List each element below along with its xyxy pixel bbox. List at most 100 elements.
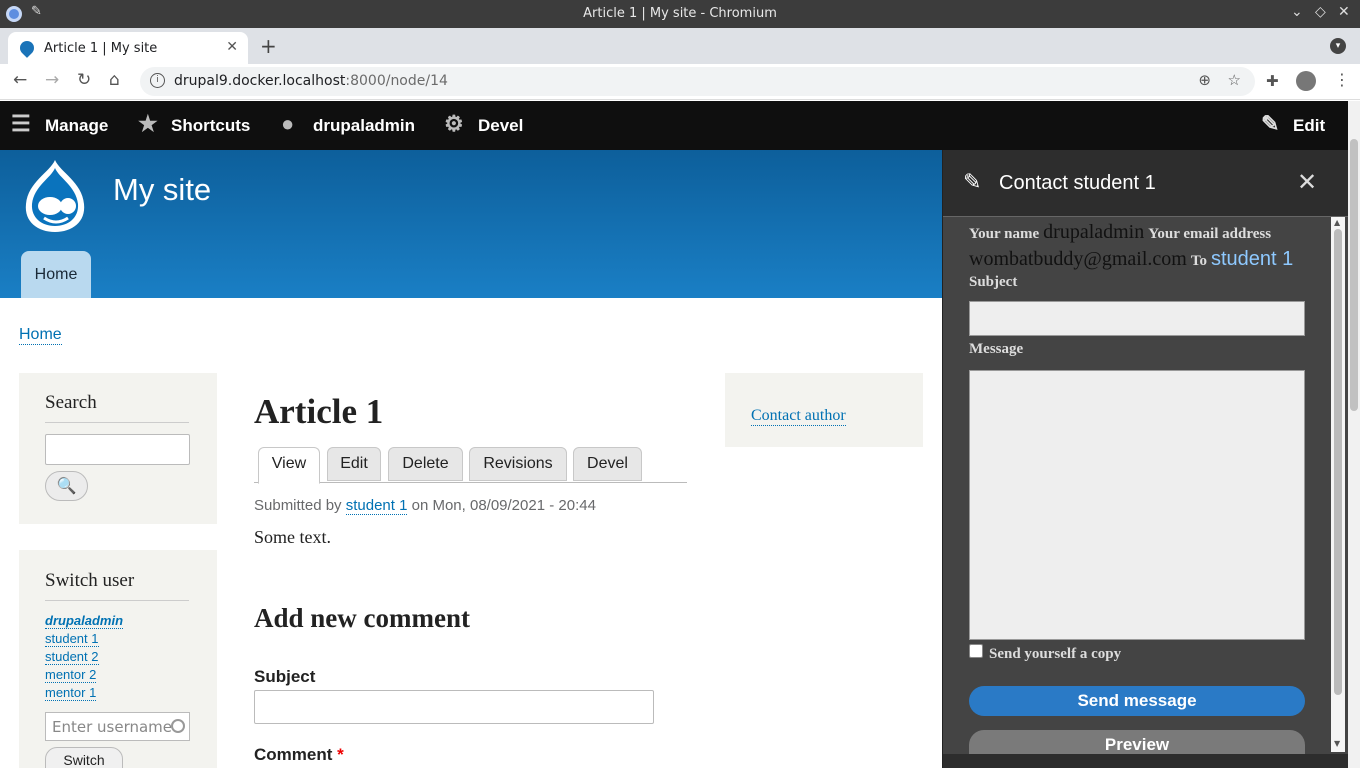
dialog-footer [943, 754, 1349, 768]
comment-body-label: Comment * [254, 745, 344, 764]
submitted-line: Submitted by student 1 on Mon, 08/09/202… [254, 497, 596, 515]
switch-user-student-1[interactable]: student 1 [45, 631, 99, 647]
gear-icon[interactable]: ⚙ [444, 111, 464, 137]
tab-revisions[interactable]: Revisions [469, 447, 567, 481]
sender-info: Your name drupaladmin Your email address… [969, 220, 1329, 274]
dialog-header: ✎ Contact student 1 ✕ [943, 150, 1349, 217]
switch-user-student-2[interactable]: student 2 [45, 649, 99, 665]
search-icon: 🔍 [56, 476, 77, 495]
to-label: To [1190, 253, 1207, 269]
toolbar-devel[interactable]: Devel [478, 116, 523, 136]
search-button[interactable]: 🔍 [45, 471, 88, 501]
extensions-icon[interactable]: ✚ [1266, 72, 1279, 90]
dialog-title: Contact student 1 [999, 172, 1156, 194]
breadcrumb-home[interactable]: Home [19, 326, 62, 345]
profile-icon[interactable] [1296, 71, 1316, 91]
preview-button[interactable]: Preview [969, 730, 1305, 754]
pencil-icon: ✎ [963, 170, 982, 195]
toolbar-manage[interactable]: Manage [45, 116, 108, 136]
user-icon[interactable]: ● [281, 111, 294, 137]
page-scroll-thumb[interactable] [1350, 139, 1358, 411]
dialog-subject-input[interactable] [969, 301, 1305, 336]
browser-tab[interactable]: Article 1 | My site ✕ [8, 32, 248, 64]
search-block: Search 🔍 [19, 373, 217, 524]
send-copy-checkbox[interactable] [969, 644, 983, 658]
contact-author-block: Contact author [725, 373, 923, 447]
comment-subject-input[interactable] [254, 690, 654, 724]
email-value: wombatbuddy@gmail.com [969, 248, 1187, 270]
search-block-title: Search [45, 392, 189, 423]
toolbar-edit[interactable]: Edit [1293, 116, 1325, 136]
your-name-label: Your name [969, 226, 1040, 242]
drupal-admin-toolbar: ☰ Manage ★ Shortcuts ● drupaladmin ⚙ Dev… [0, 101, 1348, 150]
email-label: Your email address [1148, 226, 1272, 242]
toolbar-user[interactable]: drupaladmin [313, 116, 415, 136]
tab-strip: Article 1 | My site ✕ [0, 28, 1360, 64]
username-input[interactable]: Enter username [45, 712, 190, 741]
close-icon[interactable]: ✕ [1297, 168, 1317, 196]
local-tabs: View Edit Delete Revisions Devel [254, 446, 687, 484]
dialog-message-label: Message [969, 341, 1024, 357]
page-scrollbar[interactable] [1348, 101, 1360, 768]
browser-tab-title: Article 1 | My site [44, 41, 158, 56]
switch-user-mentor-1[interactable]: mentor 1 [45, 685, 97, 701]
username-placeholder: Enter username [52, 718, 173, 736]
scroll-down-icon[interactable]: ▼ [1334, 739, 1340, 748]
your-name-value: drupaladmin [1043, 221, 1145, 243]
close-window-icon[interactable]: ✕ [1338, 4, 1350, 20]
article-body: Some text. [254, 527, 331, 547]
site-name[interactable]: My site [113, 172, 211, 208]
bookmark-star-icon[interactable]: ☆ [1228, 71, 1241, 89]
minimize-icon[interactable]: ⌄ [1291, 4, 1303, 20]
forward-icon[interactable]: → [45, 70, 59, 90]
tab-devel[interactable]: Devel [573, 447, 642, 481]
star-icon[interactable]: ★ [138, 111, 158, 137]
maximize-icon[interactable]: ◇ [1315, 4, 1326, 20]
drupal-favicon-icon [17, 38, 37, 58]
back-icon[interactable]: ← [13, 70, 27, 90]
dialog-subject-label: Subject [969, 274, 1018, 290]
switch-user-mentor-2[interactable]: mentor 2 [45, 667, 97, 683]
drupal-logo-icon[interactable] [20, 158, 90, 234]
switch-user-block: Switch user drupaladmin student 1 studen… [19, 550, 217, 768]
scroll-up-icon[interactable]: ▲ [1334, 218, 1340, 227]
required-marker: * [337, 745, 344, 764]
recipient-link[interactable]: student 1 [1211, 248, 1293, 270]
window-title: Article 1 | My site - Chromium [583, 6, 777, 21]
autocomplete-spinner-icon [171, 719, 185, 733]
site-info-icon[interactable]: i [150, 73, 165, 88]
window-titlebar: ✎ Article 1 | My site - Chromium ⌄ ◇ ✕ [0, 0, 1360, 28]
comment-heading: Add new comment [254, 603, 470, 633]
switch-button[interactable]: Switch [45, 747, 123, 768]
reload-icon[interactable]: ↻ [77, 70, 91, 90]
browser-menu-icon[interactable]: ⋮ [1334, 70, 1350, 89]
author-link[interactable]: student 1 [345, 497, 408, 515]
switch-user-drupaladmin[interactable]: drupaladmin [45, 613, 124, 629]
home-icon[interactable]: ⌂ [109, 70, 120, 90]
pencil-icon[interactable]: ✎ [1261, 111, 1279, 137]
contact-dialog: ✎ Contact student 1 ✕ Your name drupalad… [942, 150, 1349, 768]
tab-search-icon[interactable]: ▾ [1330, 38, 1346, 54]
tab-close-icon[interactable]: ✕ [226, 39, 238, 55]
zoom-icon[interactable]: ⊕ [1198, 71, 1211, 89]
browser-toolbar: ← → ↻ ⌂ i drupal9.docker.localhost:8000/… [0, 64, 1360, 100]
new-tab-icon[interactable]: + [260, 34, 277, 58]
search-input[interactable] [45, 434, 190, 465]
url-text: drupal9.docker.localhost:8000/node/14 [174, 73, 448, 89]
tab-delete[interactable]: Delete [388, 447, 463, 481]
dialog-scrollbar[interactable]: ▲ ▼ [1331, 217, 1345, 752]
hamburger-icon[interactable]: ☰ [11, 111, 31, 137]
address-bar[interactable]: i drupal9.docker.localhost:8000/node/14 … [140, 67, 1255, 96]
tab-view[interactable]: View [258, 447, 320, 484]
send-copy-label: Send yourself a copy [989, 646, 1122, 662]
dialog-message-textarea[interactable] [969, 370, 1305, 640]
contact-author-link[interactable]: Contact author [751, 407, 846, 426]
nav-home-tab[interactable]: Home [21, 251, 91, 298]
tab-edit[interactable]: Edit [327, 447, 381, 481]
page-title: Article 1 [254, 392, 384, 431]
toolbar-shortcuts[interactable]: Shortcuts [171, 116, 250, 136]
send-message-button[interactable]: Send message [969, 686, 1305, 716]
switch-user-title: Switch user [45, 570, 189, 601]
site-header: My site Home [0, 150, 942, 298]
dialog-scroll-thumb[interactable] [1334, 229, 1342, 695]
